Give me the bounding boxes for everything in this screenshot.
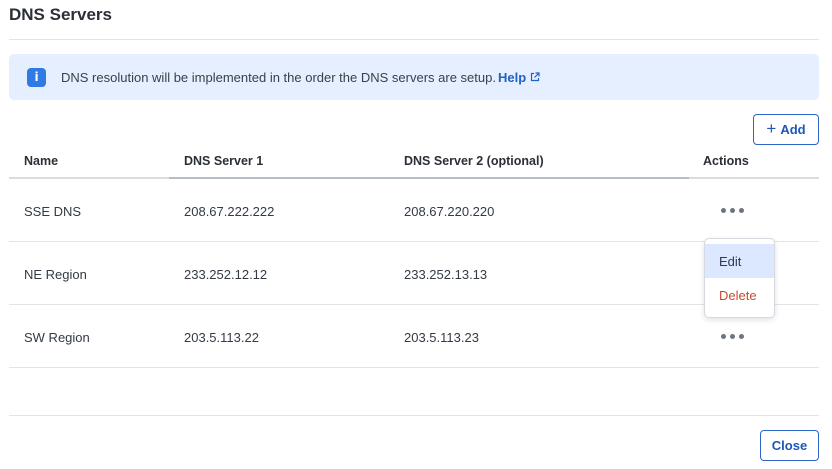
- title-divider: [9, 39, 819, 40]
- column-header-actions: Actions: [703, 154, 749, 168]
- column-header-dns-server-2[interactable]: DNS Server 2 (optional): [404, 154, 544, 168]
- cell-dns-server-2: 233.252.13.13: [404, 267, 488, 282]
- column-header-dns-server-1[interactable]: DNS Server 1: [184, 154, 263, 168]
- cell-name: SSE DNS: [24, 204, 82, 219]
- cell-dns-server-1: 208.67.222.222: [184, 204, 275, 219]
- footer-divider: [9, 415, 819, 416]
- menu-item-delete[interactable]: Delete: [705, 278, 774, 312]
- cell-dns-server-1: 203.5.113.22: [184, 330, 259, 345]
- table-row: NE Region 233.252.12.12 233.252.13.13: [9, 242, 819, 305]
- more-dots-icon: [720, 207, 726, 213]
- help-link-label: Help: [497, 69, 527, 85]
- add-button-label: Add: [780, 122, 806, 137]
- add-button[interactable]: + Add: [753, 114, 819, 145]
- banner-message: DNS resolution will be implemented in th…: [61, 69, 496, 85]
- cell-dns-server-2: 203.5.113.23: [404, 330, 479, 345]
- table-row: SW Region 203.5.113.22 203.5.113.23: [9, 305, 819, 368]
- info-icon: i: [27, 67, 46, 87]
- cell-name: NE Region: [24, 267, 87, 282]
- table-row: SSE DNS 208.67.222.222 208.67.220.220: [9, 179, 819, 242]
- close-button[interactable]: Close: [760, 430, 819, 461]
- more-dots-icon: [729, 333, 735, 339]
- row-actions-button[interactable]: [710, 199, 754, 221]
- row-actions-menu: Edit Delete: [704, 238, 775, 318]
- info-banner: i DNS resolution will be implemented in …: [9, 54, 819, 100]
- banner-text: DNS resolution will be implemented in th…: [61, 70, 540, 85]
- cell-dns-server-1: 233.252.12.12: [184, 267, 268, 282]
- row-actions-button[interactable]: [710, 325, 754, 347]
- menu-item-edit[interactable]: Edit: [705, 244, 774, 278]
- more-dots-icon: [729, 207, 735, 213]
- dialog-title: DNS Servers: [9, 5, 113, 24]
- more-dots-icon: [738, 333, 744, 339]
- more-dots-icon: [720, 333, 726, 339]
- more-dots-icon: [738, 207, 744, 213]
- plus-icon: +: [766, 119, 777, 138]
- external-link-icon: [531, 72, 540, 82]
- cell-name: SW Region: [24, 330, 90, 345]
- column-header-name[interactable]: Name: [24, 154, 58, 168]
- cell-dns-server-2: 208.67.220.220: [404, 204, 495, 219]
- help-link[interactable]: Help: [498, 70, 540, 85]
